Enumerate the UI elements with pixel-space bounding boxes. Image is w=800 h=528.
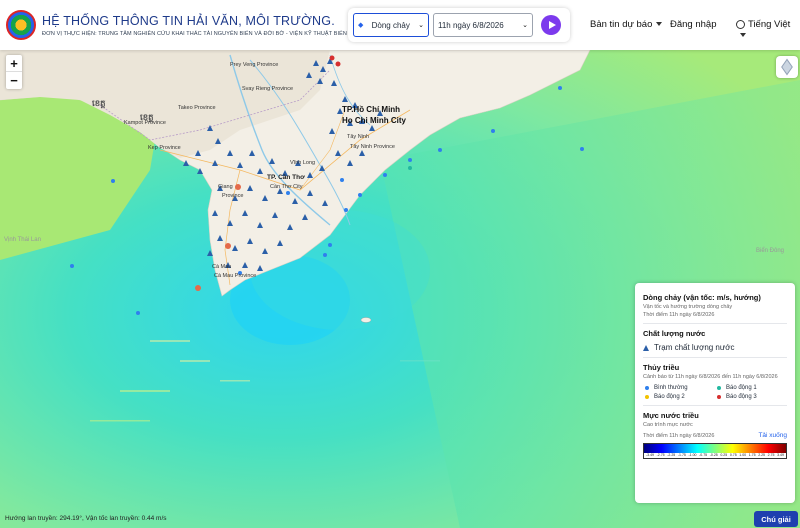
circle-icon	[717, 395, 721, 399]
app-title: HỆ THỐNG THÔNG TIN HẢI VĂN, MÔI TRƯỜNG.	[42, 13, 335, 28]
legend-water-station-label: Trạm chất lượng nước	[654, 343, 735, 352]
tide-level-item: Bình thường	[643, 385, 715, 391]
circle-icon	[717, 386, 721, 390]
legend-flow-sub: Vận tốc và hướng trường dòng chảy	[643, 304, 733, 310]
water-icon: ◆	[358, 22, 364, 29]
globe-icon	[736, 19, 745, 29]
app-subtitle: ĐƠN VỊ THỰC HIỆN: TRUNG TÂM NGHIÊN CỨU K…	[42, 30, 347, 37]
colorbar-tick: -0.75	[699, 453, 708, 457]
triangle-icon	[643, 344, 649, 351]
colorbar-tick: -3.49	[646, 453, 654, 457]
legend-water-title: Chất lượng nước	[643, 329, 706, 338]
zoom-out-button[interactable]: −	[6, 72, 22, 89]
map-label: Svay Rieng Province	[242, 86, 294, 92]
tide-level-label: Báo động 1	[726, 385, 757, 391]
colorbar-tick: -2.75	[656, 453, 665, 457]
play-button[interactable]	[541, 15, 561, 35]
divider	[643, 405, 787, 406]
time-select[interactable]: 11h ngày 6/8/2026 ⌄	[433, 13, 533, 37]
colorbar-ticks: -3.49 -2.75 -2.25 -1.75 -1.00 -0.75 -0.25 0.25 0…	[644, 453, 786, 457]
circle-icon	[645, 386, 649, 390]
colorbar-tick: 3.49	[777, 453, 784, 457]
caret-down-icon	[740, 33, 746, 38]
status-text: Hướng lan truyền: 294.19°, Vận tốc lan t…	[5, 515, 167, 522]
map-label: Cần Thơ City	[270, 184, 303, 190]
layer-time-controls: ◆ Dòng chảy ⌄ 11h ngày 6/8/2026 ⌄	[348, 8, 570, 42]
map-label-city: TP.Hồ Chí Minh	[342, 105, 401, 114]
island	[360, 317, 372, 323]
legend-level-time: Thời điểm 11h ngày 6/8/2026	[643, 433, 715, 439]
map-label: Vĩnh Long	[290, 160, 316, 166]
legend-flow-title: Dòng chảy (vận tốc: m/s, hướng)	[643, 293, 761, 302]
map-label: Province	[222, 193, 244, 199]
tide-level-item: Báo động 2	[643, 394, 715, 400]
colorbar: -3.49 -2.75 -2.25 -1.75 -1.00 -0.75 -0.25 0.25 0…	[643, 443, 787, 459]
legend-water-station: Trạm chất lượng nước	[643, 343, 787, 352]
legend-panel: Dòng chảy (vận tốc: m/s, hướng) Vận tốc …	[635, 283, 795, 503]
nav-bulletin-label: Bản tin dự báo	[590, 19, 653, 30]
colorbar-tick: 1.75	[748, 453, 756, 457]
circle-icon	[645, 395, 649, 399]
nav-language[interactable]: Tiếng Việt	[736, 19, 800, 41]
map-label: Tây Ninh Province	[350, 144, 395, 150]
tide-level-label: Báo động 3	[726, 394, 757, 400]
legend-level-title: Mực nước triều	[643, 411, 699, 420]
map-label: Kep Province	[148, 145, 181, 151]
play-icon	[548, 21, 556, 29]
nav-language-label: Tiếng Việt	[748, 19, 791, 30]
map-label: Takeo Province	[178, 105, 216, 111]
divider	[643, 357, 787, 358]
map-label: Giang	[218, 184, 233, 190]
tide-level-item: Báo động 1	[715, 385, 787, 391]
layers-icon	[781, 58, 793, 76]
nav-bulletin[interactable]: Bản tin dự báo	[590, 19, 663, 30]
divider	[643, 323, 787, 324]
nav-login[interactable]: Đăng nhập	[670, 19, 716, 30]
map-label-sea: Biển Đông	[756, 248, 785, 254]
map-label: Tây Ninh	[347, 134, 370, 140]
map-label-sea: Vịnh Thái Lan	[4, 237, 41, 243]
colorbar-tick: 1.00	[739, 453, 747, 457]
map-label-km: ខេត្ត	[92, 98, 106, 108]
chevron-down-icon: ⌄	[522, 22, 528, 29]
legend-level-sub: Cao trình mực nước	[643, 422, 693, 428]
legend-tide-title: Thủy triều	[643, 363, 680, 372]
tide-levels: Bình thường Báo động 1 Báo động 2 Báo độ…	[643, 385, 787, 400]
tide-level-label: Bình thường	[654, 385, 688, 391]
colorbar-tick: 2.25	[758, 453, 765, 457]
colorbar-tick: 2.75	[767, 453, 775, 457]
layer-select[interactable]: ◆ Dòng chảy ⌄	[353, 13, 429, 37]
map-label: Kampot Province	[124, 120, 166, 126]
tide-level-item: Báo động 3	[715, 394, 787, 400]
colorbar-tick: -2.25	[667, 453, 676, 457]
legend-flow-time: Thời điểm 11h ngày 6/8/2026	[643, 312, 715, 318]
map-label: Cà Mau Province	[214, 273, 257, 279]
colorbar-tick: -0.25	[709, 453, 718, 457]
download-link[interactable]: Tải xuống	[758, 432, 787, 439]
map-label: Cà Mau	[212, 264, 232, 270]
legend-tide-sub: Cảnh báo từ 11h ngày 6/8/2026 đến 11h ng…	[643, 374, 778, 380]
zoom-control: + −	[6, 55, 22, 89]
map-label-city: TP. Cần Thơ	[267, 174, 305, 181]
colorbar-tick: 0.75	[729, 453, 737, 457]
map-label: Prey Veng Province	[230, 62, 279, 68]
map-label-city: Ho Chi Minh City	[342, 116, 406, 125]
time-select-value: 11h ngày 6/8/2026	[438, 20, 504, 30]
colorbar-gradient	[644, 444, 786, 453]
tide-level-label: Báo động 2	[654, 394, 685, 400]
caret-down-icon	[656, 22, 663, 27]
app-header: HỆ THỐNG THÔNG TIN HẢI VĂN, MÔI TRƯỜNG. …	[0, 0, 800, 50]
institute-logo	[6, 10, 36, 40]
layer-select-value: Dòng chảy	[371, 20, 410, 30]
layers-button[interactable]	[776, 56, 798, 78]
legend-level-row: Thời điểm 11h ngày 6/8/2026 Tải xuống	[643, 431, 787, 439]
legend-toggle-button[interactable]: Chú giải	[754, 511, 798, 527]
zoom-in-button[interactable]: +	[6, 55, 22, 72]
chevron-down-icon: ⌄	[418, 22, 424, 29]
colorbar-tick: -1.00	[688, 453, 697, 457]
colorbar-tick: -1.75	[677, 453, 686, 457]
brand: HỆ THỐNG THÔNG TIN HẢI VĂN, MÔI TRƯỜNG. …	[42, 14, 347, 37]
colorbar-tick: 0.25	[720, 453, 728, 457]
